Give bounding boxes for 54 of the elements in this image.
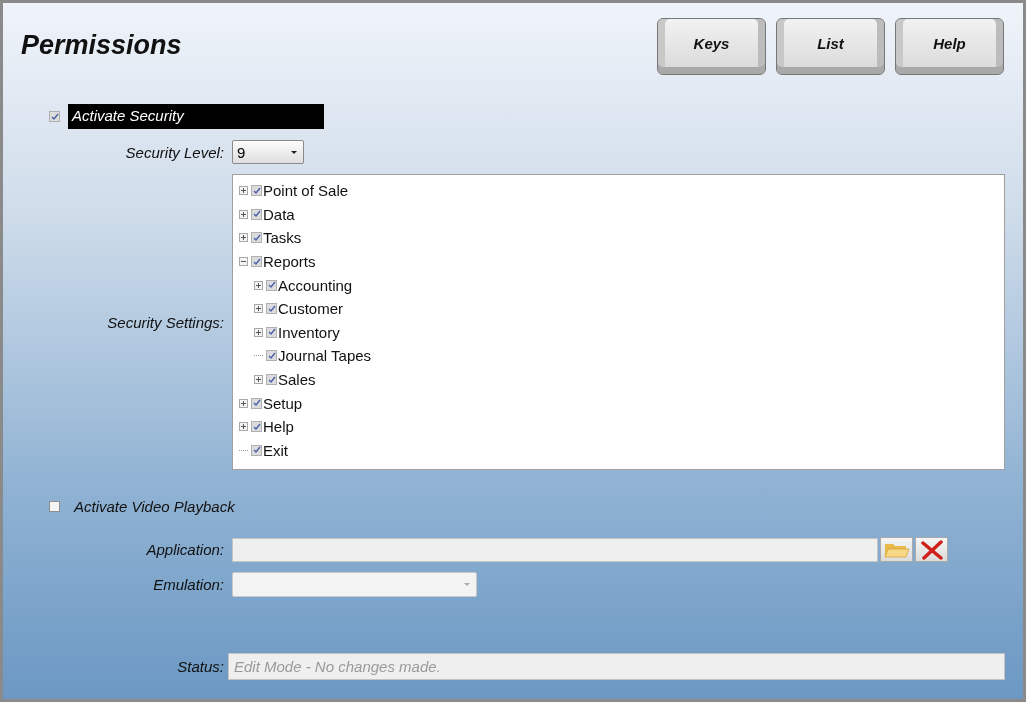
caret-icon	[464, 583, 470, 586]
tree-checkbox[interactable]	[266, 303, 277, 315]
expand-icon[interactable]	[254, 280, 263, 290]
tree-item[interactable]: Sales	[278, 371, 316, 389]
security-level-dropdown[interactable]: 9	[232, 140, 304, 164]
permissions-tree[interactable]: Point of Sale Data Tasks Reports Accounting Customer Inventory Journal Tapes Sales Setup Help Exit	[232, 174, 1005, 470]
expand-icon[interactable]	[254, 304, 263, 314]
tree-checkbox[interactable]	[251, 185, 262, 197]
tree-item[interactable]: Data	[263, 205, 295, 223]
close-icon	[919, 539, 944, 560]
tree-item[interactable]: Tasks	[263, 229, 302, 247]
key-button[interactable]: List	[776, 18, 885, 75]
tree-item[interactable]: Exit	[263, 441, 288, 459]
emulation-label: Emulation:	[152, 576, 224, 593]
status-field: Edit Mode - No changes made.	[228, 653, 1005, 680]
security-level-label: Security Level:	[124, 143, 224, 161]
tree-item[interactable]: Setup	[263, 394, 303, 412]
clear-button[interactable]	[915, 537, 948, 562]
expand-icon[interactable]	[239, 233, 248, 243]
expand-icon[interactable]	[254, 375, 263, 385]
tree-checkbox[interactable]	[266, 374, 277, 386]
tree-item[interactable]: Help	[263, 418, 294, 436]
tree-checkbox[interactable]	[251, 421, 262, 433]
expand-icon[interactable]	[239, 186, 248, 196]
expand-icon[interactable]	[239, 209, 248, 219]
application-label: Application:	[145, 541, 224, 558]
key-button[interactable]: Keys	[657, 18, 766, 75]
collapse-icon[interactable]	[239, 257, 248, 267]
tree-item[interactable]: Journal Tapes	[278, 347, 372, 365]
caret-icon	[291, 150, 297, 154]
tree-item[interactable]: Customer	[278, 300, 344, 318]
key-button[interactable]: Help	[895, 18, 1004, 75]
security-settings-label: Security Settings:	[106, 313, 224, 331]
tree-item[interactable]: Reports	[263, 253, 316, 271]
tree-checkbox[interactable]	[251, 444, 262, 456]
expand-icon[interactable]	[239, 422, 248, 432]
tree-checkbox[interactable]	[251, 256, 262, 268]
status-label: Status:	[176, 658, 224, 675]
window-title: Permissions	[21, 30, 182, 61]
tree-checkbox[interactable]	[251, 208, 262, 220]
tree-checkbox[interactable]	[266, 279, 277, 291]
tree-checkbox[interactable]	[251, 232, 262, 244]
tree-checkbox[interactable]	[251, 397, 262, 409]
tree-item[interactable]: Point of Sale	[263, 182, 349, 200]
activate-security-label: Activate Security	[68, 104, 324, 129]
expand-icon[interactable]	[254, 327, 263, 337]
activate-video-label: Activate Video Playback	[74, 498, 235, 515]
expand-icon[interactable]	[239, 398, 248, 408]
tree-item[interactable]: Accounting	[278, 276, 353, 294]
folder-icon	[883, 541, 910, 558]
tree-item[interactable]: Inventory	[278, 323, 340, 341]
activate-video-checkbox[interactable]	[49, 501, 60, 512]
tree-checkbox[interactable]	[266, 326, 277, 338]
tree-checkbox[interactable]	[266, 350, 277, 362]
